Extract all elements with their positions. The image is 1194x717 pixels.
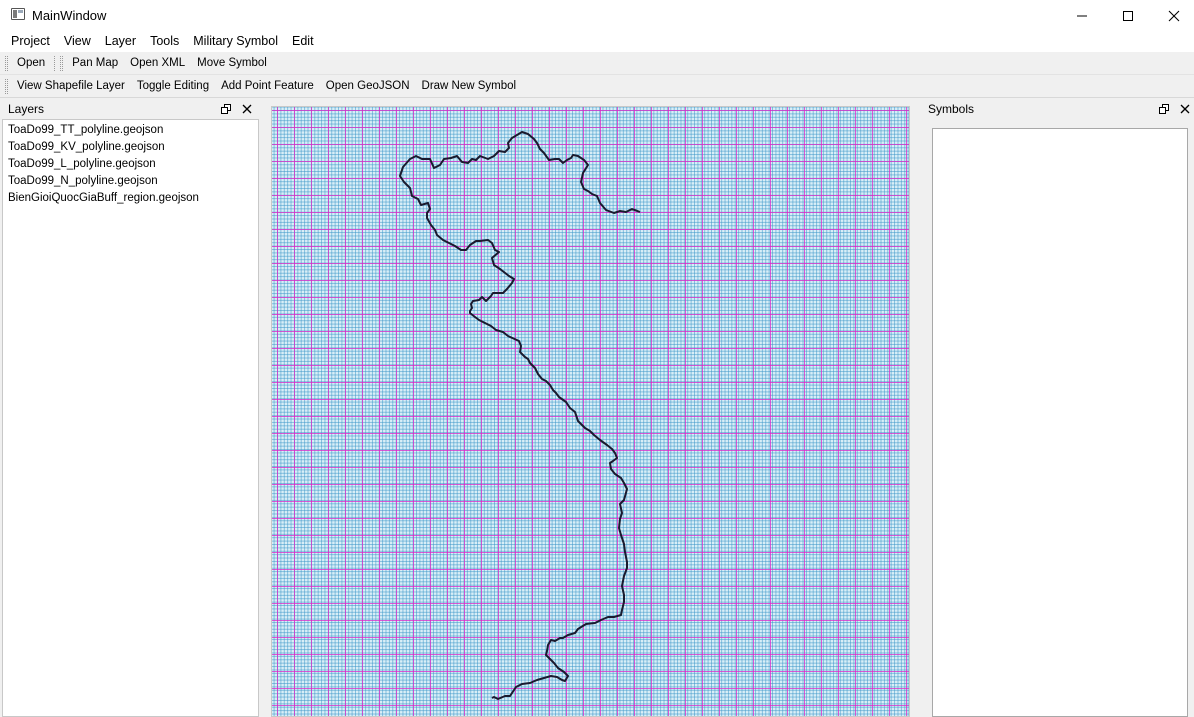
layers-dock: Layers ToaDo99_TT_polyline.geojson ToaDo…: [0, 99, 260, 717]
toolbar-grip[interactable]: [5, 78, 8, 94]
draw-new-symbol-button[interactable]: Draw New Symbol: [416, 76, 523, 96]
symbols-list[interactable]: [932, 128, 1188, 717]
maximize-icon: [1123, 10, 1133, 21]
national-border-line: [399, 131, 641, 700]
dock-float-button[interactable]: [219, 102, 233, 116]
menu-layer[interactable]: Layer: [98, 31, 143, 52]
menu-tools[interactable]: Tools: [143, 31, 186, 52]
menu-military-symbol[interactable]: Military Symbol: [186, 31, 285, 52]
maximize-button[interactable]: [1105, 0, 1151, 31]
close-icon: [242, 104, 252, 114]
close-icon: [1168, 10, 1180, 21]
dock-close-button[interactable]: [1178, 102, 1192, 116]
app-icon: [11, 8, 25, 20]
dock-float-button[interactable]: [1157, 102, 1171, 116]
layer-item[interactable]: ToaDo99_L_polyline.geojson: [8, 156, 156, 173]
open-xml-button[interactable]: Open XML: [124, 53, 191, 73]
toggle-editing-button[interactable]: Toggle Editing: [131, 76, 215, 96]
menu-project[interactable]: Project: [4, 31, 57, 52]
menu-view[interactable]: View: [57, 31, 98, 52]
layer-item[interactable]: BienGioiQuocGiaBuff_region.geojson: [8, 190, 199, 207]
layer-list[interactable]: ToaDo99_TT_polyline.geojson ToaDo99_KV_p…: [2, 119, 259, 717]
layer-item[interactable]: ToaDo99_TT_polyline.geojson: [8, 122, 163, 139]
view-shapefile-layer-button[interactable]: View Shapefile Layer: [11, 76, 131, 96]
main-toolbar: Open Pan Map Open XML Move Symbol: [0, 52, 1194, 75]
minimize-icon: [1077, 15, 1087, 16]
minimize-button[interactable]: [1059, 0, 1105, 31]
float-icon: [221, 104, 231, 114]
menu-bar: Project View Layer Tools Military Symbol…: [0, 31, 1194, 52]
layers-dock-title: Layers: [8, 102, 45, 116]
pan-map-button[interactable]: Pan Map: [66, 53, 124, 73]
float-icon: [1159, 104, 1169, 114]
symbols-dock-title: Symbols: [928, 102, 975, 116]
add-point-feature-button[interactable]: Add Point Feature: [215, 76, 320, 96]
symbols-dock: Symbols: [923, 99, 1194, 717]
toolbar-grip[interactable]: [60, 55, 64, 71]
layer-item[interactable]: ToaDo99_KV_polyline.geojson: [8, 139, 165, 156]
map-canvas[interactable]: [271, 106, 910, 717]
title-bar: MainWindow: [0, 0, 1194, 31]
close-icon: [1180, 104, 1190, 114]
layer-toolbar: View Shapefile Layer Toggle Editing Add …: [0, 75, 1194, 98]
window-title: MainWindow: [32, 8, 107, 23]
menu-edit[interactable]: Edit: [285, 31, 321, 52]
dock-close-button[interactable]: [240, 102, 254, 116]
layer-item[interactable]: ToaDo99_N_polyline.geojson: [8, 173, 158, 190]
toolbar-separator: [54, 55, 56, 71]
open-geojson-button[interactable]: Open GeoJSON: [320, 76, 416, 96]
symbols-dock-header: Symbols: [923, 99, 1194, 119]
border-polyline-layer: [399, 131, 641, 700]
move-symbol-button[interactable]: Move Symbol: [191, 53, 273, 73]
toolbar-grip[interactable]: [5, 55, 8, 71]
close-button[interactable]: [1151, 0, 1194, 31]
open-button[interactable]: Open: [11, 53, 51, 73]
layers-dock-header: Layers: [0, 99, 260, 119]
